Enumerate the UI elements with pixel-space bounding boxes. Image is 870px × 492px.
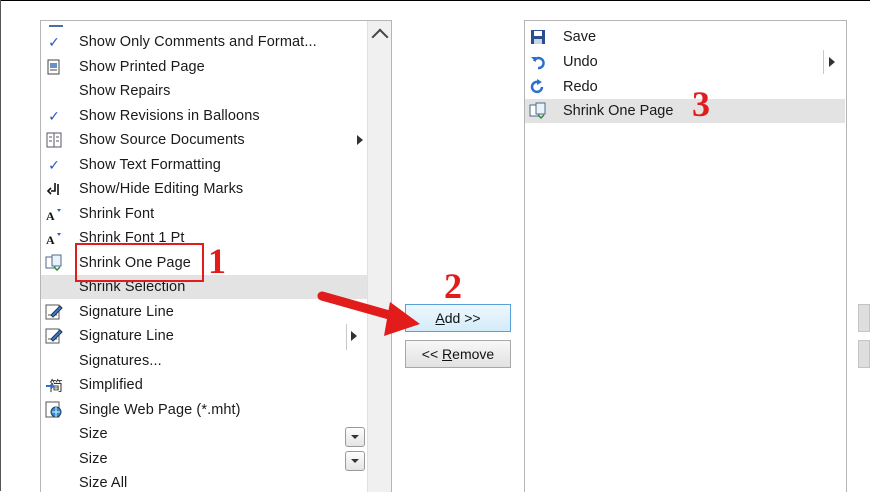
step-number-3: 3 — [692, 84, 710, 124]
list-item[interactable]: Signatures... — [41, 349, 367, 373]
step-number-1: 1 — [208, 241, 226, 281]
editing-marks-icon — [45, 180, 63, 198]
list-item-label: Signatures... — [79, 353, 162, 369]
add-access-key: A — [435, 310, 445, 326]
list-item[interactable]: Size — [41, 422, 367, 446]
size-dropdown-button[interactable] — [345, 451, 365, 471]
remove-button[interactable]: << Remove — [405, 340, 511, 368]
list-item-selected[interactable]: Shrink One Page — [525, 99, 845, 123]
list-item-label: Undo — [563, 54, 598, 70]
list-item-label: Shrink One Page — [563, 103, 674, 119]
shrink-font-icon: A — [45, 229, 63, 247]
save-icon — [529, 28, 547, 46]
printed-page-icon — [45, 58, 63, 76]
step-number-2: 2 — [444, 266, 462, 306]
list-item-label: Single Web Page (*.mht) — [79, 402, 241, 418]
list-item[interactable]: Size All — [41, 471, 367, 492]
split-separator — [823, 50, 824, 74]
vertical-scrollbar[interactable] — [367, 21, 391, 492]
list-item-label: Signature Line — [79, 328, 174, 344]
list-item[interactable]: ✓ Show Text Formatting — [41, 153, 367, 177]
list-item[interactable]: Single Web Page (*.mht) — [41, 398, 367, 422]
signature-line-icon — [45, 303, 63, 321]
frame-top-border — [0, 0, 870, 1]
shrink-one-page-icon — [529, 102, 547, 120]
svg-text:A: A — [46, 209, 55, 222]
list-item-label: Size — [79, 426, 108, 442]
list-item-label: Size — [79, 451, 108, 467]
svg-text:A: A — [46, 233, 55, 246]
source-documents-icon — [45, 131, 63, 149]
checkmark-icon: ✓ — [48, 107, 60, 124]
quick-access-toolbar-list[interactable]: Save Undo Redo Shrink One Page uantriman… — [524, 20, 847, 492]
list-item[interactable]: Signature Line — [41, 300, 367, 324]
shrink-font-icon: A — [45, 205, 63, 223]
redo-icon — [529, 78, 547, 96]
size-dropdown-button[interactable] — [345, 427, 365, 447]
list-item-label: Show Only Comments and Format... — [79, 34, 317, 50]
list-item[interactable]: Show/Hide Editing Marks — [41, 177, 367, 201]
list-item-label: Show Repairs — [79, 83, 171, 99]
simplified-chinese-icon: 简 — [45, 376, 63, 394]
checkmark-icon: ✓ — [48, 33, 60, 50]
list-item[interactable]: Undo — [525, 50, 845, 74]
list-item[interactable]: ✓ Show Revisions in Balloons — [41, 104, 367, 128]
list-item-label: Shrink Font — [79, 206, 155, 222]
move-up-button-partial[interactable] — [858, 304, 870, 332]
list-item-label: Show Printed Page — [79, 59, 205, 75]
list-item[interactable]: Signature Line — [41, 324, 367, 350]
list-item-label: Simplified — [79, 377, 143, 393]
add-label: dd >> — [444, 310, 481, 326]
shrink-one-page-icon — [45, 254, 63, 272]
list-item[interactable]: Save — [525, 25, 845, 49]
list-item[interactable]: ✓ Show Only Comments and Format... — [41, 30, 367, 54]
split-separator — [346, 324, 347, 350]
list-item-label: Show Revisions in Balloons — [79, 108, 260, 124]
submenu-arrow-icon — [829, 57, 835, 67]
list-item-label: Show Text Formatting — [79, 157, 221, 173]
list-item[interactable]: Show Repairs — [41, 79, 367, 103]
web-page-icon — [45, 401, 63, 419]
submenu-arrow-icon — [351, 331, 357, 341]
list-item-label: Show Source Documents — [79, 132, 245, 148]
remove-label: emove — [452, 346, 495, 362]
list-item-label: Redo — [563, 79, 598, 95]
list-top-stub — [49, 25, 63, 27]
signature-line-icon — [45, 327, 63, 345]
list-item-label: Size All — [79, 475, 128, 491]
move-down-button-partial[interactable] — [858, 340, 870, 368]
submenu-arrow-icon — [357, 135, 363, 145]
remove-access-key: R — [442, 346, 453, 362]
frame-left-border — [0, 0, 1, 491]
scroll-up-icon[interactable] — [371, 28, 389, 46]
list-item-label: Show/Hide Editing Marks — [79, 181, 244, 197]
add-button[interactable]: Add >> — [405, 304, 511, 332]
list-item[interactable]: Show Printed Page — [41, 55, 367, 79]
highlight-box-step1 — [75, 243, 204, 282]
list-item[interactable]: Redo — [525, 75, 845, 99]
list-item-label: Signature Line — [79, 304, 174, 320]
remove-prefix: << — [421, 346, 443, 362]
list-item[interactable]: Show Source Documents — [41, 128, 367, 152]
list-item[interactable]: A Shrink Font — [41, 202, 367, 226]
list-item-label: Save — [563, 29, 597, 45]
checkmark-icon: ✓ — [48, 156, 60, 173]
undo-icon — [529, 53, 547, 71]
list-item[interactable]: 简 Simplified — [41, 373, 367, 397]
list-item[interactable]: Size — [41, 447, 367, 471]
